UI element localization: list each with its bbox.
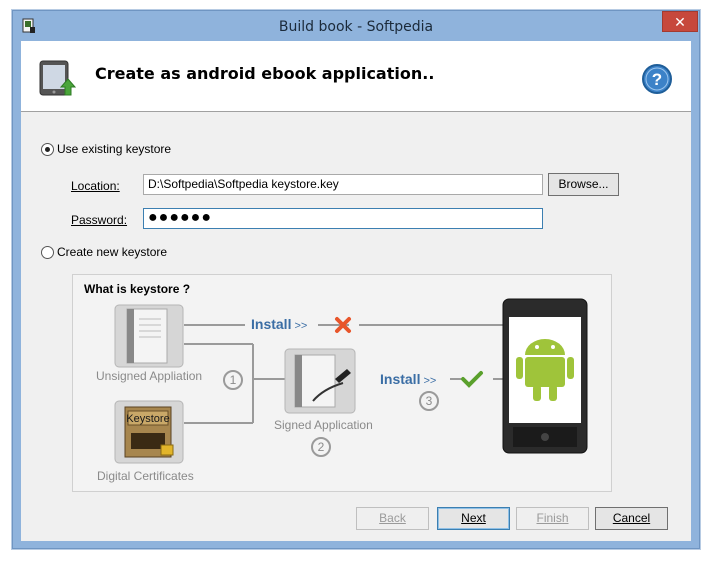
diagram-graphics: Keystore [114, 298, 588, 464]
install-text-2: Install [380, 371, 421, 387]
cancel-button-label: Cancel [612, 511, 651, 525]
dialog-body: Create as android ebook application.. ? … [21, 41, 691, 541]
android-phone-icon [502, 298, 588, 454]
install-arrows-1: >> [294, 320, 308, 332]
build-book-dialog: Build book - Softpedia ✕ Create as andro… [12, 10, 700, 549]
window-title: Build book - Softpedia [278, 19, 434, 35]
unsigned-application-icon [114, 304, 184, 368]
browse-button[interactable]: Browse... [548, 173, 619, 196]
install-arrows-2: >> [423, 375, 437, 387]
next-button[interactable]: Next [437, 507, 510, 530]
back-button-label: Back [379, 511, 406, 525]
tablet-upload-icon [39, 60, 77, 96]
location-input[interactable]: D:\Softpedia\Softpedia keystore.key [143, 174, 543, 195]
unsigned-application-label: Unsigned Appliation [96, 369, 203, 383]
wizard-header: Create as android ebook application.. ? [21, 41, 691, 112]
password-input[interactable]: ●●●●●● [143, 208, 543, 229]
install-label-accepted: Install >> [380, 371, 436, 387]
use-existing-keystore-radio[interactable]: Use existing keystore [41, 142, 171, 156]
help-icon[interactable]: ? [641, 63, 673, 95]
create-new-keystore-radio[interactable]: Create new keystore [41, 245, 167, 259]
password-label: Password: [71, 213, 127, 227]
step-1-badge: 1 [223, 370, 243, 390]
location-label: Location: [71, 179, 120, 193]
check-icon [461, 371, 483, 388]
finish-button-label: Finish [536, 511, 569, 525]
back-button[interactable]: Back [356, 507, 429, 530]
install-text-1: Install [251, 316, 292, 332]
close-button[interactable]: ✕ [662, 11, 698, 32]
step-3-badge: 3 [419, 391, 439, 411]
password-label-text: Password: [71, 213, 128, 227]
install-label-rejected: Install >> [251, 316, 307, 332]
step-2-badge: 2 [311, 437, 331, 457]
wizard-title: Create as android ebook application.. [95, 64, 435, 83]
title-bar[interactable]: Build book - Softpedia ✕ [13, 11, 699, 41]
signed-application-label: Signed Application [274, 418, 373, 432]
help-glyph: ? [652, 70, 662, 89]
finish-button[interactable]: Finish [516, 507, 589, 530]
keystore-diagram: What is keystore ? Keystore Install >> I… [72, 274, 612, 492]
next-button-label: Next [461, 511, 486, 525]
create-new-keystore-label: Create new keystore [57, 245, 168, 259]
radio-unchecked-icon[interactable] [41, 245, 54, 259]
location-label-text: Location: [71, 179, 120, 193]
signed-application-icon [284, 348, 356, 414]
radio-checked-icon[interactable] [41, 142, 54, 156]
keystore-box-text: Keystore [126, 413, 169, 425]
use-existing-keystore-label: Use existing keystore [57, 142, 172, 156]
digital-certificates-label: Digital Certificates [97, 469, 194, 483]
cancel-button[interactable]: Cancel [595, 507, 668, 530]
keystore-certificates-icon: Keystore [114, 400, 184, 464]
